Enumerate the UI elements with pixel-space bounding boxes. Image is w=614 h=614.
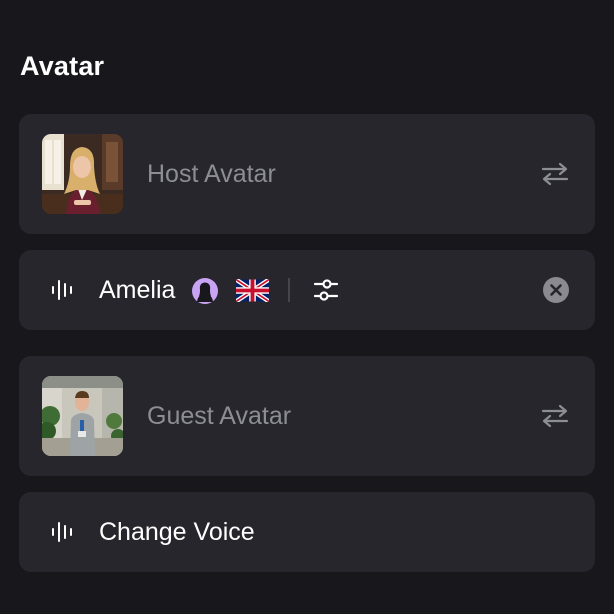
host-voice-card[interactable]: Amelia (19, 250, 595, 330)
voice-name: Amelia (99, 276, 176, 304)
close-circle-icon[interactable] (543, 277, 569, 303)
avatar-panel: Avatar Host Avatar Amelia Guest Avatar C… (0, 0, 614, 614)
change-voice-label: Change Voice (99, 518, 255, 546)
female-person-icon (192, 278, 218, 304)
host-avatar-label: Host Avatar (147, 160, 276, 188)
sliders-icon[interactable] (313, 277, 339, 303)
guest-avatar-thumbnail (42, 376, 123, 456)
section-title: Avatar (20, 51, 105, 81)
host-avatar-thumbnail (42, 134, 123, 214)
swap-arrows-icon[interactable] (541, 403, 569, 429)
change-voice-button[interactable]: Change Voice (19, 492, 595, 572)
divider (288, 278, 290, 302)
audio-wave-icon (51, 520, 75, 544)
guest-avatar-label: Guest Avatar (147, 402, 292, 430)
uk-flag-icon (236, 279, 269, 302)
audio-wave-icon (51, 278, 75, 302)
swap-arrows-icon[interactable] (541, 161, 569, 187)
guest-avatar-card[interactable]: Guest Avatar (19, 356, 595, 476)
host-avatar-card[interactable]: Host Avatar (19, 114, 595, 234)
